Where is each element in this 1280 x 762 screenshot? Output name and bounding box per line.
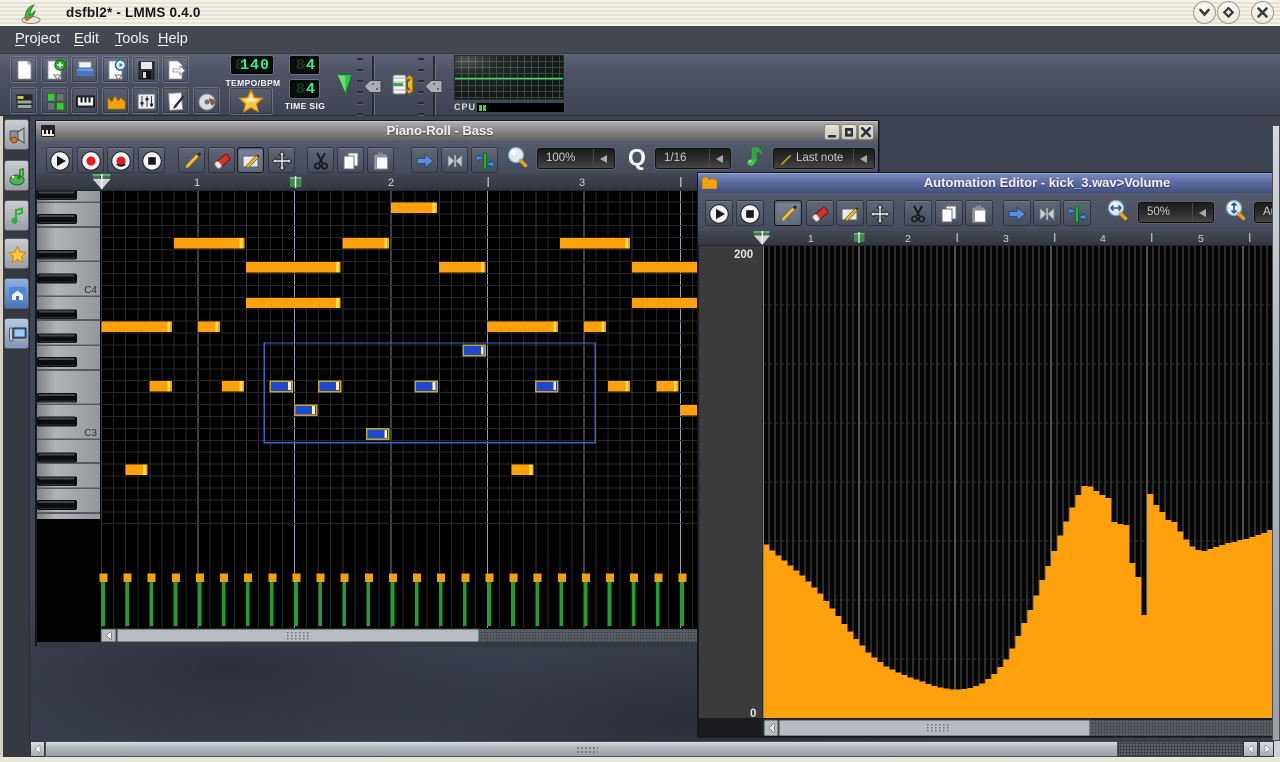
svg-text:5: 5 (1198, 233, 1204, 245)
svg-text:C4: C4 (84, 285, 97, 296)
svg-text:2: 2 (388, 177, 394, 189)
svg-text:2: 2 (905, 233, 911, 245)
svg-text:1: 1 (194, 177, 200, 189)
svg-text:0: 0 (750, 708, 756, 720)
svg-text:C3: C3 (84, 428, 97, 439)
svg-text:1: 1 (808, 233, 814, 245)
svg-text:200: 200 (734, 249, 753, 261)
svg-text:4: 4 (1100, 233, 1106, 245)
svg-text:3: 3 (1003, 233, 1009, 245)
svg-text:3: 3 (579, 177, 585, 189)
